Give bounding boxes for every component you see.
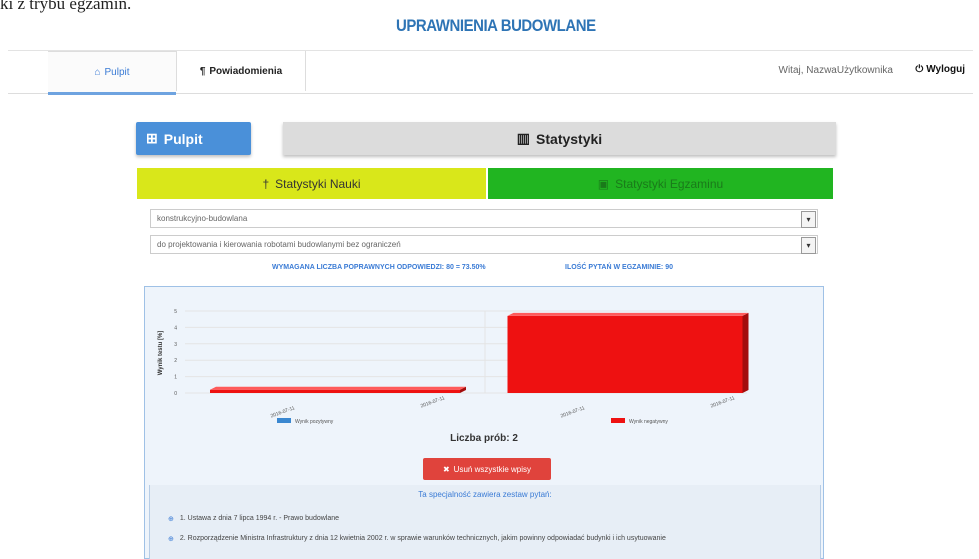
y-tick-label: 4	[174, 325, 177, 331]
top-navbar: ⌂ Pulpit ¶ Powiadomienia Witaj, NazwaUży…	[8, 50, 973, 95]
spec-item-text: 1. Ustawa z dnia 7 lipca 1994 r. - Prawo…	[179, 515, 340, 522]
chevron-down-icon[interactable]: ▾	[801, 211, 816, 228]
exam-icon: ▣	[597, 176, 610, 191]
tab-statystyki-egzaminu[interactable]: ▣ Statystyki Egzaminu	[488, 168, 833, 199]
spec-item[interactable]: ⊕ 1. Ustawa z dnia 7 lipca 1994 r. - Pra…	[168, 515, 339, 523]
scope-select[interactable]: do projektowania i kierowania robotami b…	[150, 235, 818, 254]
specialty-select[interactable]: konstrukcyjno-budowlana ▾	[150, 209, 818, 228]
tab-pulpit-label: Pulpit	[104, 66, 130, 78]
delete-all-button[interactable]: ✖ Usuń wszystkie wpisy	[423, 458, 551, 480]
circle-plus-icon: ⊕	[168, 516, 174, 523]
x-tick-label: 2016-07-11	[270, 405, 296, 419]
legend-swatch-positive	[277, 418, 291, 423]
pulpit-button-label: Pulpit	[163, 130, 203, 147]
statistics-button[interactable]: ▥ Statystyki	[283, 122, 836, 155]
delete-icon: ✖	[442, 464, 450, 474]
tries-count: Liczba prób: 2	[450, 433, 518, 444]
specialty-select-value: konstrukcyjno-budowlana	[157, 214, 248, 223]
greeting-text: Witaj, NazwaUżytkownika	[778, 65, 893, 76]
top-background-strip	[0, 0, 979, 14]
bell-icon: ¶	[199, 65, 206, 77]
tab-pulpit[interactable]: ⌂ Pulpit	[48, 51, 176, 95]
legend-swatch-negative	[611, 418, 625, 423]
x-tick-label: 2016-07-11	[710, 395, 736, 409]
y-axis-label: Wynik testu [%]	[158, 331, 164, 376]
x-tick-label: 2016-07-11	[420, 395, 446, 409]
bar-top	[210, 386, 466, 390]
y-tick-label: 5	[174, 309, 177, 315]
bar-chart-icon: ▥	[516, 130, 531, 146]
tab-egzaminu-label: Statystyki Egzaminu	[615, 176, 724, 191]
brand-title: UPRAWNIENIA BUDOWLANE	[396, 16, 596, 35]
logout-link[interactable]: ⏻ Wyloguj	[915, 64, 965, 75]
top-caption: ki z trybu egzamin.	[0, 0, 132, 13]
home-icon: ⌂	[94, 66, 101, 78]
circle-plus-icon: ⊕	[168, 536, 174, 543]
spec-item-text: 2. Rozporządzenie Ministra Infrastruktur…	[179, 535, 666, 542]
tab-powiadomienia[interactable]: ¶ Powiadomienia	[176, 51, 306, 91]
logout-label: Wyloguj	[926, 64, 965, 75]
question-count-info: ILOŚĆ PYTAŃ W EGZAMINIE: 90	[565, 264, 673, 271]
specs-box: Ta specjalność zawiera zestaw pytań: ⊕ 1…	[149, 485, 821, 559]
results-chart-panel: 5 4 3 2 1 0 Wynik testu [%] 2016-07-11 2016-07-1…	[144, 286, 824, 559]
y-tick-label: 0	[174, 391, 177, 397]
bar	[507, 315, 743, 393]
learn-icon: †	[262, 176, 270, 191]
specs-heading: Ta specjalność zawiera zestaw pytań:	[418, 490, 552, 499]
tab-powiadomienia-label: Powiadomienia	[209, 65, 283, 77]
bar-top	[507, 312, 749, 316]
statistics-button-label: Statystyki	[536, 130, 603, 147]
bar	[210, 389, 460, 393]
spec-item[interactable]: ⊕ 2. Rozporządzenie Ministra Infrastrukt…	[168, 535, 788, 543]
results-chart: 5 4 3 2 1 0 Wynik testu [%] 2016-07-11 2016-07-1…	[158, 309, 749, 425]
pulpit-button[interactable]: ⊞ Pulpit	[136, 122, 251, 155]
x-tick-label: 2016-07-11	[560, 405, 586, 419]
delete-all-label: Usuń wszystkie wpisy	[453, 464, 532, 474]
bar-side	[742, 312, 749, 393]
dashboard-icon: ⊞	[146, 130, 158, 146]
legend-label-positive: Wynik pozytywny	[295, 419, 334, 425]
chevron-down-icon[interactable]: ▾	[801, 237, 816, 254]
required-answers-info: WYMAGANA LICZBA POPRAWNYCH ODPOWIEDZI: 8…	[272, 264, 486, 271]
legend-label-negative: Wynik negatywny	[629, 419, 668, 425]
y-tick-label: 3	[174, 342, 177, 348]
y-tick-label: 1	[174, 375, 177, 381]
scope-select-value: do projektowania i kierowania robotami b…	[157, 240, 401, 249]
y-tick-label: 2	[174, 358, 177, 364]
power-icon: ⏻	[915, 64, 924, 75]
tab-nauki-label: Statystyki Nauki	[275, 176, 361, 191]
tab-statystyki-nauki[interactable]: † Statystyki Nauki	[137, 168, 486, 199]
